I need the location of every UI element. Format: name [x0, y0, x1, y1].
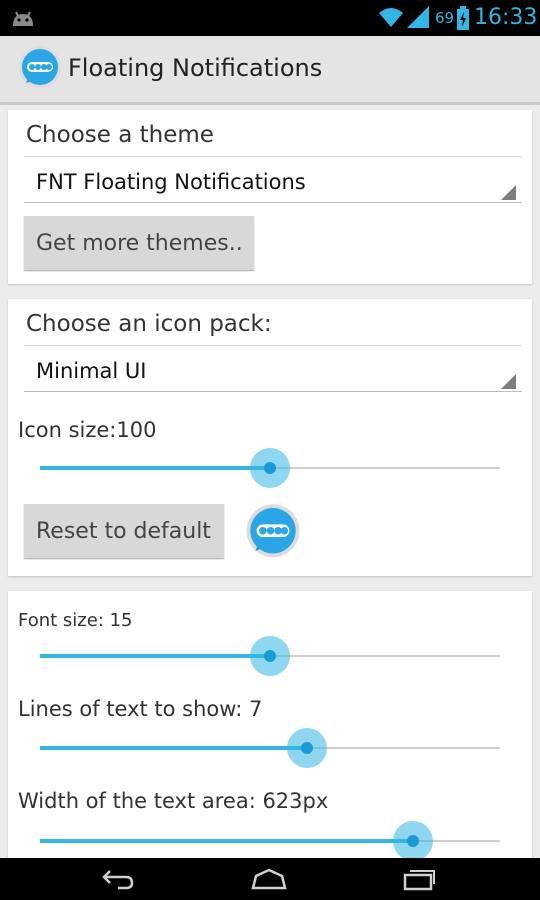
- lines-of-text-slider[interactable]: [40, 728, 500, 768]
- page-title: Floating Notifications: [68, 54, 323, 82]
- theme-spinner[interactable]: FNT Floating Notifications: [24, 157, 522, 203]
- icon-pack-card: Choose an icon pack: Minimal UI Icon siz…: [8, 299, 532, 576]
- battery-charging-icon: [457, 6, 469, 34]
- status-bar: 69 16:33: [0, 0, 540, 36]
- signal-icon: [406, 5, 430, 33]
- dropdown-arrow-icon: [501, 185, 516, 200]
- theme-card: Choose a theme FNT Floating Notification…: [8, 110, 532, 284]
- clock: 16:33: [474, 5, 538, 30]
- dropdown-arrow-icon: [501, 374, 516, 389]
- battery-percent: 69: [435, 9, 455, 27]
- icon-pack-spinner-value: Minimal UI: [36, 359, 147, 383]
- recent-apps-icon[interactable]: [402, 866, 436, 896]
- android-icon: [10, 6, 36, 32]
- home-icon[interactable]: [250, 868, 288, 894]
- theme-spinner-value: FNT Floating Notifications: [36, 170, 306, 194]
- chat-bubble-icon: [244, 503, 302, 565]
- get-more-themes-button[interactable]: Get more themes..: [24, 216, 254, 270]
- icon-pack-spinner[interactable]: Minimal UI: [24, 346, 522, 392]
- wifi-icon: [378, 5, 404, 33]
- theme-header: Choose a theme: [26, 122, 214, 148]
- lines-of-text-label: Lines of text to show: 7: [18, 697, 263, 721]
- navigation-bar: [0, 858, 540, 900]
- action-bar: Floating Notifications: [0, 36, 540, 105]
- reset-to-default-button[interactable]: Reset to default: [24, 504, 224, 558]
- back-icon[interactable]: [100, 866, 136, 896]
- icon-size-slider[interactable]: [40, 448, 500, 488]
- text-width-label: Width of the text area: 623px: [18, 789, 329, 813]
- font-size-label: Font size: 15: [18, 610, 133, 631]
- text-width-slider[interactable]: [40, 821, 500, 861]
- icon-pack-header: Choose an icon pack:: [26, 311, 272, 337]
- text-settings-card: Font size: 15 Lines of text to show: 7 W…: [8, 591, 532, 871]
- icon-size-label: Icon size:100: [18, 418, 157, 442]
- font-size-slider[interactable]: [40, 636, 500, 676]
- chat-bubble-icon[interactable]: [18, 45, 62, 95]
